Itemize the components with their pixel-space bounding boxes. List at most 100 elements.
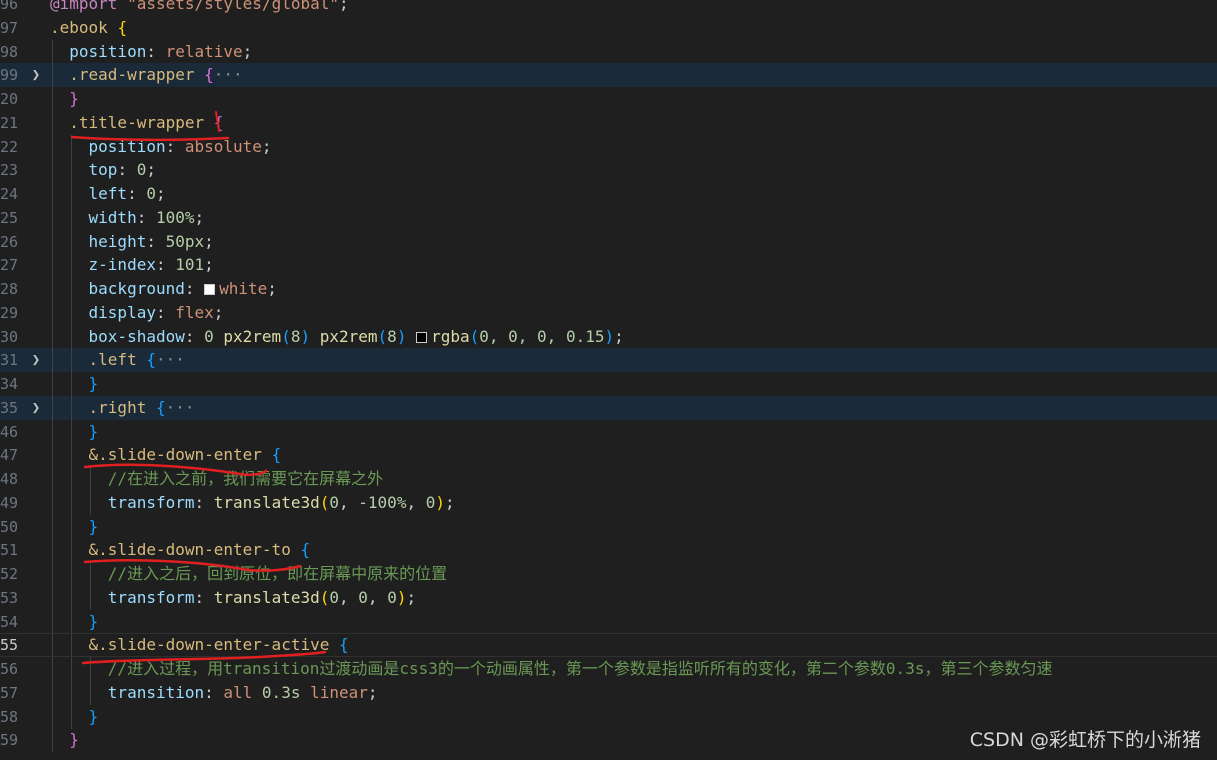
code-token: : bbox=[146, 41, 166, 61]
line-code[interactable]: } bbox=[50, 515, 99, 539]
code-line[interactable]: 25 width: 100%; bbox=[0, 205, 1217, 230]
line-code[interactable]: .right {··· bbox=[50, 396, 195, 420]
color-swatch[interactable] bbox=[416, 331, 428, 343]
code-line[interactable]: 49 transform: translate3d(0, -100%, 0); bbox=[0, 490, 1217, 515]
line-code[interactable]: @import "assets/styles/global"; bbox=[50, 0, 349, 16]
code-token: ( bbox=[281, 326, 291, 346]
line-code[interactable]: background: white; bbox=[50, 277, 277, 301]
code-token: background bbox=[50, 279, 185, 298]
line-number: 21 bbox=[0, 113, 18, 132]
code-line[interactable]: 99 ❯ .read-wrapper {··· bbox=[0, 63, 1217, 88]
line-number: 96 bbox=[0, 0, 18, 13]
code-line[interactable]: 46 } bbox=[0, 419, 1217, 444]
code-line[interactable]: 35 ❯ .right {··· bbox=[0, 395, 1217, 420]
code-line[interactable]: 96 @import "assets/styles/global"; bbox=[0, 0, 1217, 16]
line-code[interactable]: //进入之后，回到原位，即在屏幕中原来的位置 bbox=[50, 562, 447, 586]
code-token: display bbox=[50, 302, 156, 322]
code-token: , bbox=[406, 492, 426, 512]
color-swatch[interactable] bbox=[204, 284, 216, 295]
code-token: ; bbox=[267, 279, 277, 298]
code-token: { bbox=[204, 65, 214, 85]
code-token: : bbox=[136, 207, 156, 227]
code-line[interactable]: 30 box-shadow: 0 px2rem(8) px2rem(8) rgb… bbox=[0, 324, 1217, 349]
line-code[interactable]: } bbox=[50, 610, 99, 634]
line-code[interactable]: z-index: 101; bbox=[50, 253, 214, 277]
line-code[interactable]: position: absolute; bbox=[50, 135, 272, 159]
code-token: flex bbox=[175, 302, 214, 322]
code-token: ( bbox=[319, 492, 330, 512]
code-token: .ebook bbox=[50, 17, 118, 37]
line-code[interactable]: } bbox=[50, 705, 99, 729]
code-token: ··· bbox=[165, 397, 195, 417]
line-code[interactable]: } bbox=[50, 728, 79, 752]
code-line[interactable]: 98 position: relative; bbox=[0, 39, 1217, 64]
code-line[interactable]: 97 .ebook { bbox=[0, 16, 1217, 40]
line-code[interactable]: } bbox=[50, 372, 99, 396]
line-code[interactable]: position: relative; bbox=[50, 40, 252, 64]
code-token: : bbox=[146, 231, 166, 251]
line-code[interactable]: &.slide-down-enter-active { bbox=[50, 634, 349, 656]
code-line[interactable]: 56 //进入过程，用transition过渡动画是css3的一个动画属性，第一… bbox=[0, 657, 1217, 681]
code-line[interactable]: 53 transform: translate3d(0, 0, 0); bbox=[0, 585, 1217, 610]
code-line[interactable]: 28 background: white; bbox=[0, 277, 1217, 301]
code-line[interactable]: 54 } bbox=[0, 609, 1217, 634]
line-code[interactable]: box-shadow: 0 px2rem(8) px2rem(8) rgba(0… bbox=[50, 325, 624, 349]
code-token: rgba bbox=[431, 326, 470, 346]
line-number: 46 bbox=[0, 422, 18, 441]
line-number: 25 bbox=[0, 208, 18, 227]
line-code[interactable]: display: flex; bbox=[50, 301, 224, 325]
code-line[interactable]: 20 } bbox=[0, 87, 1217, 111]
code-token: position bbox=[50, 41, 147, 61]
line-code[interactable]: transform: translate3d(0, -100%, 0); bbox=[50, 491, 455, 515]
code-line[interactable]: 22 position: absolute; bbox=[0, 134, 1217, 159]
code-line[interactable]: 26 height: 50px; bbox=[0, 229, 1217, 254]
code-line[interactable]: 52 //进入之后，回到原位，即在屏幕中原来的位置 bbox=[0, 562, 1217, 586]
code-line[interactable]: 51 &.slide-down-enter-to { bbox=[0, 538, 1217, 563]
line-code[interactable]: .left {··· bbox=[50, 348, 185, 372]
code-line[interactable]: 47 &.slide-down-enter { bbox=[0, 443, 1217, 468]
line-number: 57 bbox=[0, 683, 18, 702]
line-code[interactable]: &.slide-down-enter { bbox=[50, 443, 282, 467]
code-line[interactable]: 29 display: flex; bbox=[0, 300, 1217, 325]
fold-chevron-icon[interactable]: ❯ bbox=[29, 396, 43, 420]
line-code[interactable]: &.slide-down-enter-to { bbox=[50, 538, 311, 562]
code-token: ··· bbox=[213, 65, 243, 85]
line-code[interactable]: //在进入之前，我们需要它在屏幕之外 bbox=[50, 467, 383, 491]
code-token: translate3d bbox=[213, 492, 320, 512]
code-token: .read-wrapper bbox=[50, 65, 205, 85]
line-code[interactable]: transition: all 0.3s linear; bbox=[50, 681, 378, 705]
code-token: .right bbox=[50, 397, 156, 417]
code-token: 0 bbox=[329, 587, 340, 607]
code-line[interactable]: 24 left: 0; bbox=[0, 182, 1217, 206]
line-code[interactable]: .title-wrapper { bbox=[50, 111, 223, 135]
fold-chevron-icon[interactable]: ❯ bbox=[29, 348, 43, 372]
code-line[interactable]: 31 ❯ .left {··· bbox=[0, 348, 1217, 373]
code-line[interactable]: 21 .title-wrapper { bbox=[0, 110, 1217, 135]
line-code[interactable]: transform: translate3d(0, 0, 0); bbox=[50, 586, 416, 610]
line-code[interactable]: } bbox=[50, 87, 79, 111]
line-code[interactable]: .read-wrapper {··· bbox=[50, 63, 243, 87]
line-code[interactable]: } bbox=[50, 420, 99, 444]
line-code[interactable]: .ebook { bbox=[50, 16, 127, 40]
line-code[interactable]: height: 50px; bbox=[50, 230, 214, 254]
code-token: , bbox=[339, 587, 359, 607]
code-line[interactable]: 34 } bbox=[0, 372, 1217, 396]
line-code[interactable]: top: 0; bbox=[50, 158, 156, 182]
code-line[interactable]: 23 top: 0; bbox=[0, 158, 1217, 183]
code-line[interactable]: 50 } bbox=[0, 514, 1217, 539]
code-editor[interactable]: 96 @import "assets/styles/global"; 97 .eboo… bbox=[0, 0, 1217, 760]
code-line[interactable]: 48 //在进入之前，我们需要它在屏幕之外 bbox=[0, 467, 1217, 491]
code-token: } bbox=[69, 730, 79, 750]
line-code[interactable]: left: 0; bbox=[50, 182, 166, 206]
line-number: 55 bbox=[0, 636, 18, 655]
fold-chevron-icon[interactable]: ❯ bbox=[29, 63, 43, 87]
line-code[interactable]: width: 100%; bbox=[50, 206, 205, 230]
code-token: //进入之后，回到原位，即在屏幕中原来的位置 bbox=[50, 564, 448, 583]
code-line[interactable]: 57 transition: all 0.3s linear; bbox=[0, 680, 1217, 705]
code-line[interactable]: 27 z-index: 101; bbox=[0, 253, 1217, 278]
code-token: &.slide-down-enter-to bbox=[50, 540, 301, 560]
code-line[interactable]: 55 &.slide-down-enter-active { bbox=[0, 633, 1217, 658]
line-code[interactable]: //进入过程，用transition过渡动画是css3的一个动画属性，第一个参数… bbox=[50, 657, 1053, 681]
